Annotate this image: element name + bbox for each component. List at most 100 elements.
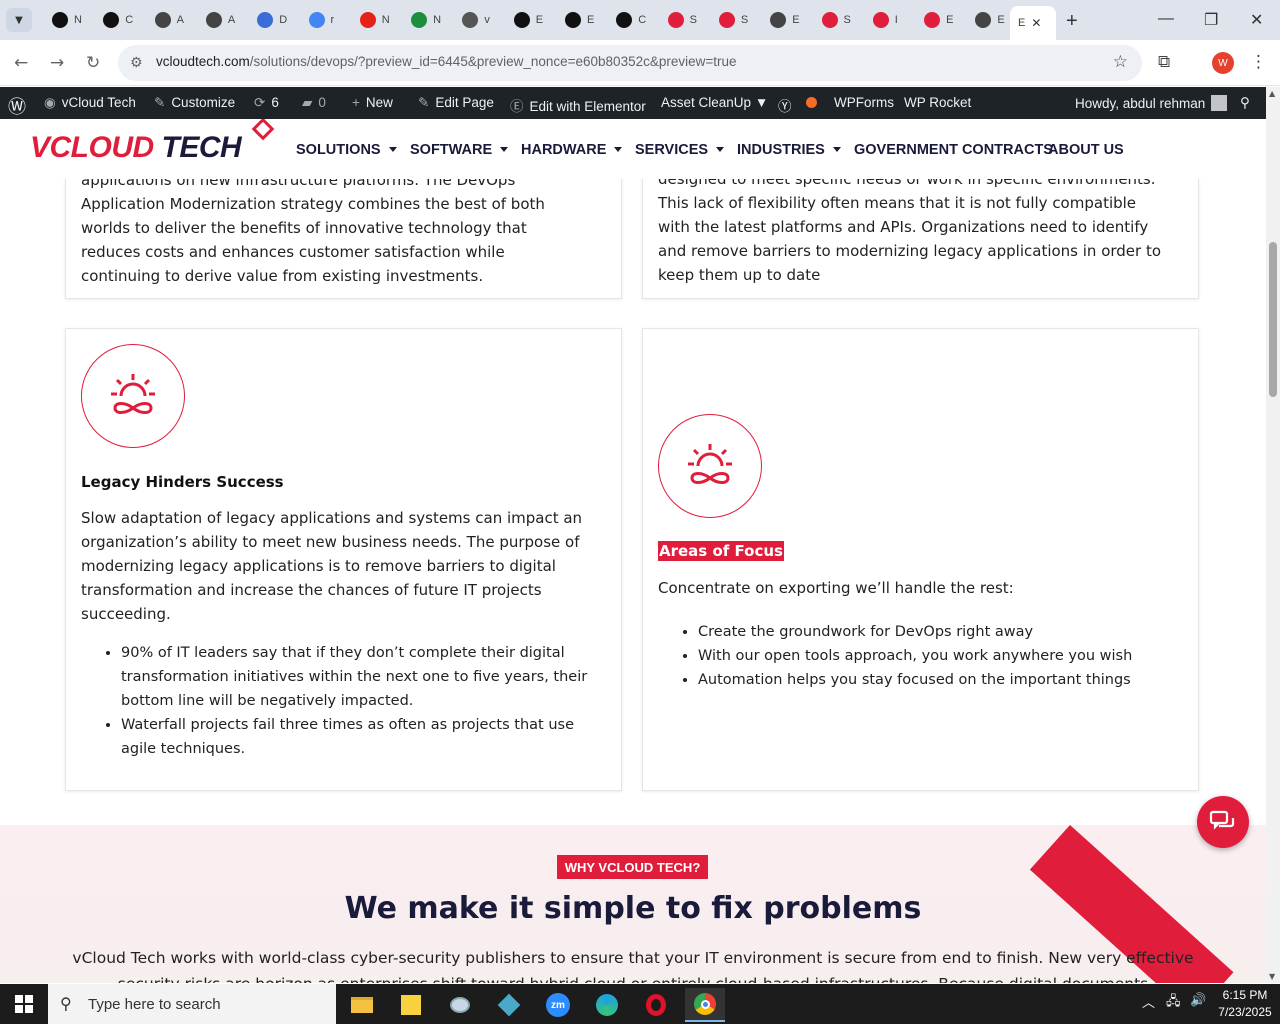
vcloud-icon xyxy=(924,12,941,28)
adminbar-comments[interactable]: ▰ 0 xyxy=(302,95,326,111)
tab-search-button[interactable]: ▼ xyxy=(6,8,32,32)
nav-software[interactable]: SOFTWARE xyxy=(410,142,509,158)
chrome-icon[interactable] xyxy=(685,988,725,1022)
profile-avatar[interactable]: W xyxy=(1212,52,1234,74)
filter-icon: ▼ xyxy=(754,95,769,110)
taskbar-clock[interactable]: 6:15 PM 7/23/2025 xyxy=(1210,987,1280,1021)
file-explorer-icon[interactable] xyxy=(342,988,382,1022)
dashboard-icon: ◉ xyxy=(44,95,56,110)
browser-tab[interactable]: r xyxy=(301,6,351,34)
wordpress-logo-icon[interactable]: Ⓦ xyxy=(8,93,26,119)
plus-icon: + xyxy=(352,95,360,110)
adminbar-wpforms[interactable]: WPForms xyxy=(834,95,894,110)
forward-button[interactable]: → xyxy=(50,53,64,73)
nav-government-contracts[interactable]: GOVERNMENT CONTRACTS xyxy=(854,142,1053,158)
sticky-notes-icon[interactable] xyxy=(391,988,431,1022)
browser-tab[interactable]: E xyxy=(557,6,607,34)
adminbar-elementor[interactable]: Ⓔ Edit with Elementor xyxy=(510,95,646,115)
adminbar-customize[interactable]: ✎ Customize xyxy=(154,95,235,111)
card-focus-bullets: Create the groundwork for DevOps right a… xyxy=(658,620,1188,692)
scroll-down-icon[interactable]: ▼ xyxy=(1269,972,1275,981)
browser-tab[interactable]: A xyxy=(147,6,197,34)
adminbar-search-icon[interactable]: ⚲ xyxy=(1240,95,1250,111)
network-icon[interactable]: 🖧 xyxy=(1166,992,1181,1014)
dev-icon xyxy=(257,12,274,28)
tab-label: N xyxy=(74,14,82,26)
card-line: worlds to deliver the benefits of innova… xyxy=(81,219,527,237)
page-scrollbar[interactable]: ▲ ▼ xyxy=(1266,87,1280,983)
card-line: This lack of flexibility often means tha… xyxy=(658,194,1137,212)
close-tab-icon[interactable]: ✕ xyxy=(1031,16,1041,30)
app-diamond-icon[interactable] xyxy=(489,988,529,1022)
openai-icon xyxy=(52,12,68,28)
card-legacy-bullets: 90% of IT leaders say that if they don’t… xyxy=(81,641,611,761)
browser-tab[interactable]: D xyxy=(249,6,299,34)
browser-menu-icon[interactable]: ⋮ xyxy=(1250,52,1267,72)
bookmark-star-icon[interactable]: ☆ xyxy=(1113,52,1128,72)
start-button[interactable] xyxy=(0,984,48,1024)
adminbar-asset-cleanup[interactable]: Asset CleanUp ▼ xyxy=(661,95,768,110)
opera-icon[interactable] xyxy=(636,988,676,1022)
adminbar-site[interactable]: ◉ vCloud Tech xyxy=(44,95,136,111)
url-host: vcloudtech.com xyxy=(156,54,250,69)
logo-cloud: CLOUD xyxy=(49,131,155,164)
yoast-icon[interactable]: Ⓨ xyxy=(778,95,792,115)
chevron-down-icon xyxy=(614,147,623,152)
nav-services[interactable]: SERVICES xyxy=(635,142,725,158)
nav-solutions[interactable]: SOLUTIONS xyxy=(296,142,397,158)
nav-label: HARDWARE xyxy=(521,142,607,158)
browser-tab[interactable]: E xyxy=(506,6,556,34)
zoom-icon[interactable]: zm xyxy=(538,988,578,1022)
logo-diamond-icon xyxy=(251,119,275,141)
adminbar-account[interactable]: Howdy, abdul rehman xyxy=(1075,95,1228,111)
vcloud-icon xyxy=(821,12,838,28)
adminbar-updates[interactable]: ⟳ 6 xyxy=(254,95,279,111)
new-tab-button[interactable]: + xyxy=(1066,10,1078,33)
browser-tab[interactable]: E xyxy=(762,6,812,34)
browser-tab[interactable]: C xyxy=(608,6,658,34)
browser-tab[interactable]: A xyxy=(198,6,248,34)
browser-tab[interactable]: C xyxy=(95,6,145,34)
browser-tab[interactable]: N xyxy=(403,6,453,34)
wp-admin-bar: Ⓦ ◉ vCloud Tech ✎ Customize ⟳ 6 ▰ 0 + New ✎ Ed… xyxy=(0,87,1266,119)
back-button[interactable]: ← xyxy=(14,53,28,73)
taskbar-search[interactable]: ⚲ Type here to search xyxy=(48,984,336,1024)
card-modernization-text: applications on new infrastructure platf… xyxy=(81,168,611,288)
site-header: VCLOUD TECH SOLUTIONS SOFTWARE HARDWARE … xyxy=(0,119,1266,179)
nav-about-us[interactable]: ABOUT US xyxy=(1048,142,1124,158)
edge-icon[interactable] xyxy=(587,988,627,1022)
nav-hardware[interactable]: HARDWARE xyxy=(521,142,623,158)
browser-tab[interactable]: v xyxy=(454,6,504,34)
volume-icon[interactable]: 🔊 xyxy=(1190,992,1206,1008)
nav-industries[interactable]: INDUSTRIES xyxy=(737,142,841,158)
windows-taskbar: ⚲ Type here to search zm ︿ 🖧 🔊 6:15 PM 7… xyxy=(0,984,1280,1024)
browser-tab[interactable]: E xyxy=(916,6,966,34)
adminbar-new[interactable]: + New xyxy=(352,95,393,110)
status-dot-icon xyxy=(806,95,817,110)
extensions-icon[interactable]: ⧉ xyxy=(1158,52,1170,72)
paint-icon[interactable] xyxy=(440,988,480,1022)
tab-label: E xyxy=(792,14,800,26)
browser-tab[interactable]: N xyxy=(352,6,402,34)
adminbar-wprocket[interactable]: WP Rocket xyxy=(904,95,971,110)
browser-tab[interactable]: N xyxy=(44,6,94,34)
address-bar[interactable]: ⚙ vcloudtech.com/solutions/devops/?previ… xyxy=(118,45,1142,81)
adminbar-edit-page[interactable]: ✎ Edit Page xyxy=(418,95,494,111)
tray-chevron-up-icon[interactable]: ︿ xyxy=(1142,992,1155,1011)
close-window-button[interactable]: ✕ xyxy=(1250,10,1263,30)
address-bar-url[interactable]: vcloudtech.com/solutions/devops/?preview… xyxy=(156,54,737,69)
site-info-icon[interactable]: ⚙ xyxy=(130,55,143,71)
scroll-up-icon[interactable]: ▲ xyxy=(1269,89,1275,98)
restore-button[interactable]: ❐ xyxy=(1204,10,1218,30)
browser-tab[interactable]: I xyxy=(865,6,915,34)
reload-button[interactable]: ↻ xyxy=(86,53,100,73)
browser-tab[interactable]: S xyxy=(711,6,761,34)
browser-tab[interactable]: S xyxy=(814,6,864,34)
site-logo[interactable]: VCLOUD TECH xyxy=(30,119,275,165)
tab-active[interactable]: E ✕ xyxy=(1010,6,1056,40)
browser-tab[interactable]: S xyxy=(660,6,710,34)
chat-button[interactable] xyxy=(1197,796,1249,848)
scrollbar-thumb[interactable] xyxy=(1269,242,1277,397)
minimize-button[interactable]: — xyxy=(1158,10,1174,28)
list-item: Waterfall projects fail three times as o… xyxy=(121,713,611,761)
